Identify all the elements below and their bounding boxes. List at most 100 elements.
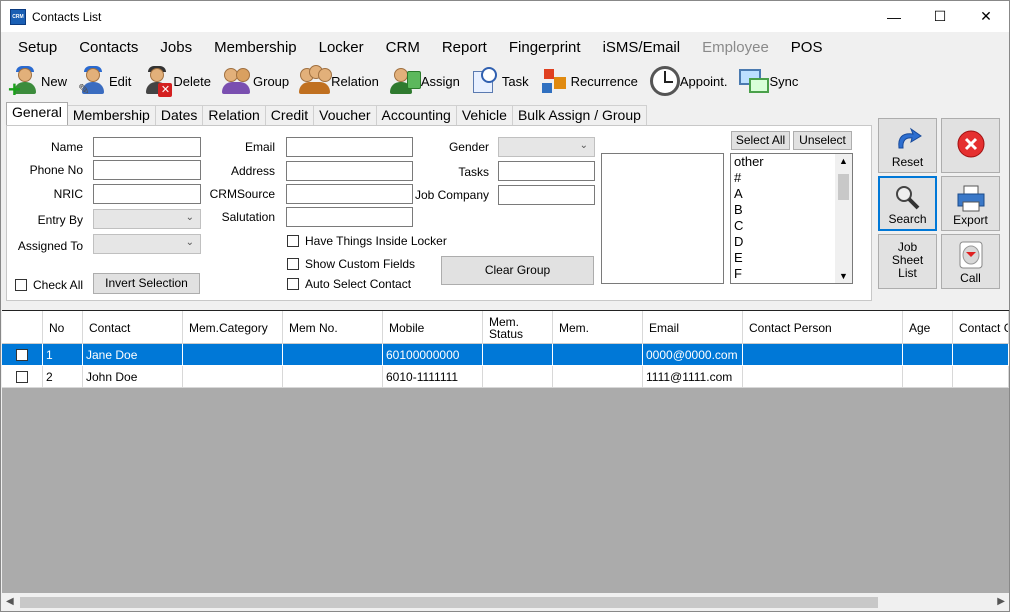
clear-group-button[interactable]: Clear Group bbox=[441, 256, 594, 285]
tab-dates[interactable]: Dates bbox=[154, 105, 204, 125]
close-window-button[interactable]: ✕ bbox=[963, 1, 1009, 32]
header-contact[interactable]: Contact bbox=[83, 311, 183, 344]
tab-relation[interactable]: Relation bbox=[202, 105, 266, 125]
export-button[interactable]: Export bbox=[941, 176, 1000, 231]
alpha-item[interactable]: C bbox=[731, 218, 852, 234]
cell-mem bbox=[553, 344, 643, 366]
alpha-item[interactable]: other bbox=[731, 154, 852, 170]
alpha-item[interactable]: E bbox=[731, 250, 852, 266]
tab-voucher[interactable]: Voucher bbox=[313, 105, 377, 125]
close-button[interactable] bbox=[941, 118, 1000, 173]
header-no[interactable]: No bbox=[43, 311, 83, 344]
scroll-thumb[interactable] bbox=[20, 597, 878, 608]
row-select-cell[interactable] bbox=[2, 366, 43, 388]
checkbox-box bbox=[287, 235, 299, 247]
task-button[interactable]: Task bbox=[466, 64, 535, 98]
table-row[interactable]: 1 Jane Doe 60100000000 0000@0000.com bbox=[2, 344, 1009, 366]
tab-vehicle[interactable]: Vehicle bbox=[455, 105, 513, 125]
header-mem[interactable]: Mem. bbox=[553, 311, 643, 344]
header-mem-category[interactable]: Mem.Category bbox=[183, 311, 283, 344]
gender-select[interactable]: ⌄ bbox=[498, 137, 595, 157]
group-button[interactable]: Group bbox=[217, 64, 295, 98]
header-mobile[interactable]: Mobile bbox=[383, 311, 483, 344]
call-button[interactable]: Call bbox=[941, 234, 1000, 289]
scroll-up-icon[interactable]: ▲ bbox=[839, 156, 848, 166]
menu-report[interactable]: Report bbox=[431, 35, 498, 61]
menu-membership[interactable]: Membership bbox=[203, 35, 308, 61]
have-things-checkbox[interactable]: Have Things Inside Locker bbox=[287, 234, 447, 248]
header-contact-group[interactable]: Contact G bbox=[953, 311, 1009, 344]
new-button[interactable]: + New bbox=[5, 64, 73, 102]
job-sheet-list-button[interactable]: Job Sheet List bbox=[878, 234, 937, 289]
reset-button[interactable]: Reset bbox=[878, 118, 937, 173]
scroll-down-icon[interactable]: ▼ bbox=[839, 271, 848, 281]
maximize-button[interactable]: ☐ bbox=[917, 1, 963, 32]
menu-isms-email[interactable]: iSMS/Email bbox=[592, 35, 692, 61]
unselect-button[interactable]: Unselect bbox=[793, 131, 852, 150]
scroll-right-icon[interactable]: ▶ bbox=[997, 596, 1005, 607]
job-company-input[interactable] bbox=[498, 185, 595, 205]
check-all-checkbox[interactable]: Check All bbox=[15, 278, 83, 292]
email-input[interactable] bbox=[286, 137, 413, 157]
show-custom-fields-checkbox[interactable]: Show Custom Fields bbox=[287, 257, 415, 271]
assign-button[interactable]: Assign bbox=[385, 64, 466, 98]
alpha-item[interactable]: A bbox=[731, 186, 852, 202]
tab-general[interactable]: General bbox=[6, 102, 68, 125]
tab-bulk-assign-group[interactable]: Bulk Assign / Group bbox=[511, 105, 647, 125]
grid-horizontal-scrollbar[interactable]: ◀ ▶ bbox=[2, 594, 1009, 611]
alphabet-scrollbar[interactable]: ▲ ▼ bbox=[835, 154, 852, 283]
delete-button[interactable]: ✕ Delete bbox=[137, 64, 217, 98]
minimize-button[interactable]: — bbox=[871, 1, 917, 32]
alpha-item[interactable]: D bbox=[731, 234, 852, 250]
header-age[interactable]: Age bbox=[903, 311, 953, 344]
menu-jobs[interactable]: Jobs bbox=[149, 35, 203, 61]
salutation-label: Salutation bbox=[221, 210, 275, 224]
salutation-input[interactable] bbox=[286, 207, 413, 227]
header-contact-person[interactable]: Contact Person bbox=[743, 311, 903, 344]
tab-credit[interactable]: Credit bbox=[264, 105, 315, 125]
menu-fingerprint[interactable]: Fingerprint bbox=[498, 35, 592, 61]
window-title: Contacts List bbox=[32, 9, 102, 24]
entry-by-select[interactable]: ⌄ bbox=[93, 209, 201, 229]
menu-pos[interactable]: POS bbox=[780, 35, 834, 61]
row-checkbox[interactable] bbox=[16, 348, 28, 361]
alphabet-listbox[interactable]: other # A B C D E F ▲ ▼ bbox=[730, 153, 853, 284]
menu-crm[interactable]: CRM bbox=[375, 35, 431, 61]
address-input[interactable] bbox=[286, 161, 413, 181]
row-checkbox[interactable] bbox=[16, 370, 28, 383]
edit-button[interactable]: ✎ Edit bbox=[73, 64, 137, 98]
tab-membership[interactable]: Membership bbox=[66, 105, 156, 125]
call-label: Call bbox=[960, 271, 981, 285]
header-email[interactable]: Email bbox=[643, 311, 743, 344]
alpha-item[interactable]: F bbox=[731, 266, 852, 282]
crmsource-input[interactable] bbox=[286, 184, 413, 204]
nric-input[interactable] bbox=[93, 184, 201, 204]
group-listbox[interactable] bbox=[601, 153, 724, 284]
assigned-to-select[interactable]: ⌄ bbox=[93, 234, 201, 254]
alpha-item[interactable]: B bbox=[731, 202, 852, 218]
assign-icon bbox=[388, 65, 422, 97]
checkbox-box bbox=[287, 278, 299, 290]
cell-mem-no bbox=[283, 344, 383, 366]
table-row[interactable]: 2 John Doe 6010-1111111 1111@1111.com bbox=[2, 366, 1009, 388]
header-mem-status[interactable]: Mem. Status bbox=[483, 311, 553, 344]
menu-contacts[interactable]: Contacts bbox=[68, 35, 149, 61]
invert-selection-button[interactable]: Invert Selection bbox=[93, 273, 200, 294]
name-input[interactable] bbox=[93, 137, 201, 157]
auto-select-contact-checkbox[interactable]: Auto Select Contact bbox=[287, 277, 411, 291]
relation-button[interactable]: Relation bbox=[295, 64, 385, 98]
tasks-input[interactable] bbox=[498, 161, 595, 181]
menu-setup[interactable]: Setup bbox=[7, 35, 68, 61]
scroll-left-icon[interactable]: ◀ bbox=[6, 596, 14, 607]
recurrence-button[interactable]: Recurrence bbox=[535, 64, 644, 98]
select-all-button[interactable]: Select All bbox=[731, 131, 790, 150]
alpha-item[interactable]: # bbox=[731, 170, 852, 186]
appointment-button[interactable]: Appoint. bbox=[644, 64, 734, 98]
sync-button[interactable]: Sync bbox=[734, 64, 805, 98]
phone-input[interactable] bbox=[93, 160, 201, 180]
search-button[interactable]: Search bbox=[878, 176, 937, 231]
row-select-cell[interactable] bbox=[2, 344, 43, 366]
tab-accounting[interactable]: Accounting bbox=[375, 105, 457, 125]
header-mem-no[interactable]: Mem No. bbox=[283, 311, 383, 344]
menu-locker[interactable]: Locker bbox=[308, 35, 375, 61]
